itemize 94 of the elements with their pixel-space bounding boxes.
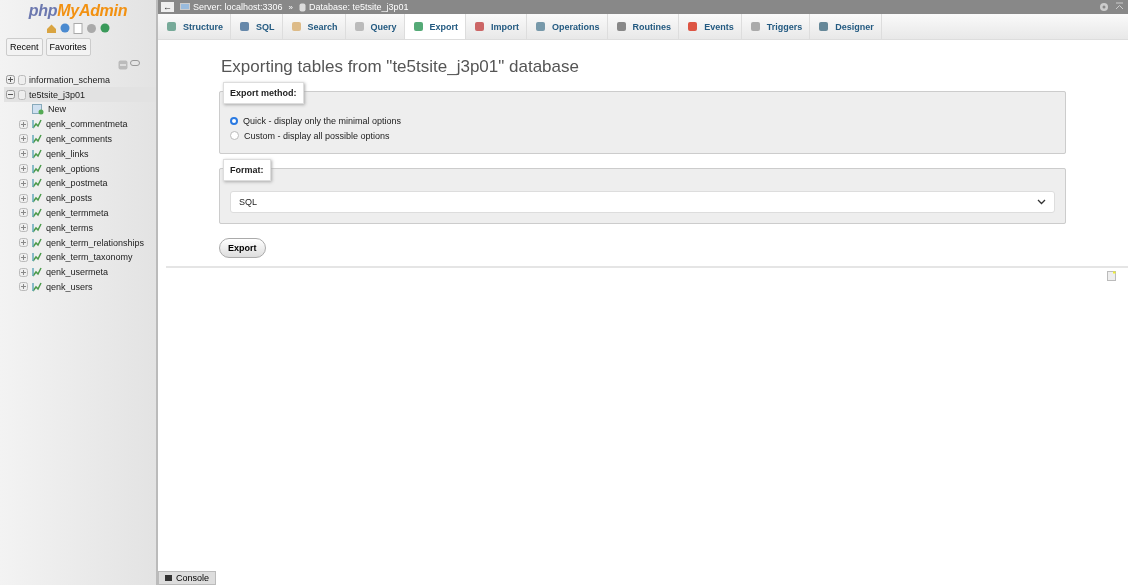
database-icon (299, 2, 306, 12)
table-icon (32, 163, 42, 174)
tab[interactable]: Triggers (741, 14, 811, 39)
table-icon (32, 134, 42, 144)
tab[interactable]: Query (345, 14, 405, 39)
square-icon (615, 21, 627, 32)
chevron-down-icon (1037, 199, 1046, 205)
tab[interactable]: Search (282, 14, 346, 39)
table-item[interactable]: qenk_term_taxonomy (4, 249, 156, 265)
expand-icon[interactable] (19, 238, 28, 248)
expand-icon[interactable] (19, 282, 28, 292)
tab[interactable]: Designer (810, 14, 882, 39)
tab[interactable]: Export (404, 14, 467, 39)
table-icon (32, 237, 42, 248)
collapse-icon[interactable] (6, 90, 15, 99)
sidebar-tab[interactable]: Recent (6, 38, 43, 56)
square-icon (166, 21, 177, 32)
back-button[interactable]: ← (161, 2, 174, 12)
format-dropdown[interactable]: SQL (230, 191, 1055, 213)
square-icon (687, 21, 699, 32)
help-icon[interactable] (60, 23, 70, 33)
table-item[interactable]: qenk_postmeta (4, 176, 156, 191)
expand-icon[interactable] (19, 252, 28, 262)
table-icon (32, 281, 42, 292)
square-icon (239, 21, 250, 32)
table-icon (32, 178, 42, 189)
square-icon (474, 21, 486, 32)
table-icon (32, 267, 42, 278)
tab[interactable]: Routines (607, 14, 680, 39)
table-icon (32, 119, 42, 130)
table-icon (32, 222, 42, 233)
note-icon[interactable] (1107, 271, 1116, 281)
square-icon (818, 21, 830, 32)
expand-icon[interactable] (19, 178, 28, 188)
terminal-icon (165, 575, 172, 581)
expand-icon[interactable] (19, 119, 28, 129)
expand-icon[interactable] (19, 208, 28, 218)
sidebar-tab[interactable]: Favorites (45, 38, 91, 56)
tab[interactable]: SQL (231, 14, 283, 39)
table-item[interactable]: New (4, 102, 156, 117)
expand-icon[interactable] (19, 223, 28, 233)
panel-legend: Export method: (223, 82, 304, 104)
breadcrumb-link[interactable]: Server: localhost:3306 (180, 2, 283, 12)
radio-label[interactable]: Quick - display only the minimal options (243, 116, 402, 127)
database-icon (18, 89, 26, 100)
tab[interactable]: Import (466, 14, 528, 39)
tab[interactable]: Operations (527, 14, 608, 39)
breadcrumb-separator: » (288, 2, 293, 12)
table-item[interactable]: qenk_users (4, 279, 156, 295)
square-icon (353, 21, 365, 32)
settings-icon[interactable] (1099, 2, 1109, 12)
expand-icon[interactable] (6, 75, 15, 84)
expand-icon[interactable] (19, 193, 28, 203)
square-icon (749, 21, 761, 32)
table-icon (32, 148, 42, 159)
link-icon[interactable] (130, 60, 140, 66)
tab[interactable]: Structure (158, 14, 231, 39)
table-item[interactable]: qenk_options (4, 161, 156, 176)
export-button[interactable]: Export (219, 238, 266, 258)
square-icon (535, 21, 547, 32)
table-item[interactable]: qenk_terms (4, 220, 156, 236)
document-icon[interactable] (73, 23, 83, 34)
square-icon (412, 21, 424, 32)
expand-icon[interactable] (19, 164, 28, 174)
radio-label[interactable]: Custom - display all possible options (244, 130, 390, 141)
new-table-icon (32, 103, 44, 115)
home-icon[interactable] (46, 23, 57, 34)
reload-icon[interactable] (100, 23, 110, 33)
table-item[interactable]: qenk_commentmeta (4, 116, 156, 132)
console-button[interactable]: Console (158, 571, 217, 585)
expand-icon[interactable] (19, 267, 28, 277)
expand-icon[interactable] (19, 134, 28, 144)
settings-icon[interactable] (86, 23, 97, 34)
table-item[interactable]: qenk_comments (4, 131, 156, 147)
logo[interactable]: phpMyAdmin (0, 2, 156, 20)
table-item[interactable]: qenk_posts (4, 190, 156, 206)
page-heading: Exporting tables from "te5tsite_j3p01" database (221, 57, 580, 77)
expand-icon[interactable] (19, 149, 28, 159)
square-icon (290, 21, 302, 32)
table-item[interactable]: qenk_termmeta (4, 205, 156, 221)
tab[interactable]: Events (679, 14, 742, 39)
table-item[interactable]: qenk_term_relationships (4, 235, 156, 250)
radio-button[interactable] (230, 117, 238, 126)
table-icon (32, 193, 42, 204)
panel-legend: Format: (223, 159, 271, 181)
radio-button[interactable] (230, 131, 239, 141)
table-item[interactable]: qenk_usermeta (4, 264, 156, 280)
table-item[interactable]: qenk_links (4, 146, 156, 162)
table-icon (32, 252, 42, 263)
database-item[interactable]: information_schema (4, 72, 156, 87)
table-icon (32, 207, 42, 218)
database-icon (18, 74, 26, 85)
breadcrumb-link[interactable]: Database: te5tsite_j3p01 (299, 2, 409, 12)
server-icon (180, 2, 190, 12)
